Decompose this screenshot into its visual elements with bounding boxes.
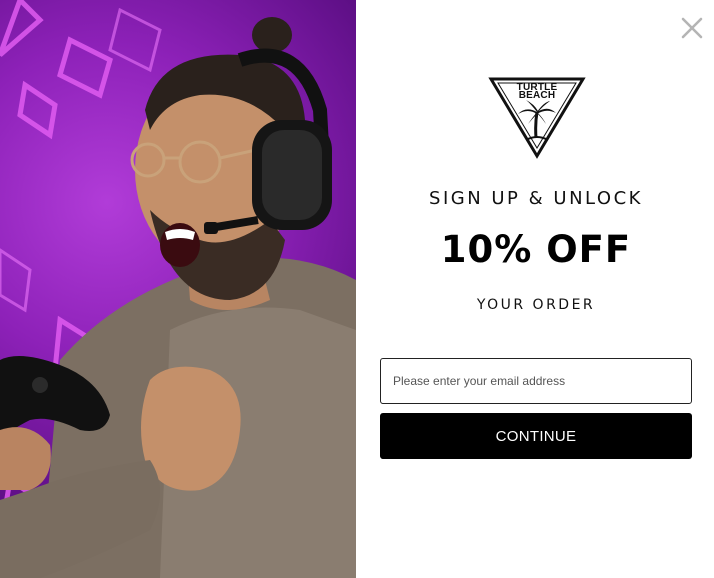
logo-text-beach: BEACH <box>518 90 556 101</box>
headline-your-order: YOUR ORDER <box>476 297 596 313</box>
headline-sign-up: SIGN UP & UNLOCK <box>429 188 643 209</box>
headline-discount: 10% OFF <box>440 228 632 271</box>
close-icon <box>681 17 703 39</box>
email-field[interactable] <box>380 358 692 404</box>
close-button[interactable] <box>680 16 704 40</box>
signup-modal: TURTLE BEACH SIGN UP & UNLOCK 10% OFF YO… <box>0 0 714 578</box>
hero-illustration <box>0 0 356 578</box>
continue-button[interactable]: CONTINUE <box>380 413 692 459</box>
hero-image <box>0 0 356 578</box>
turtle-beach-logo: TURTLE BEACH <box>488 76 586 160</box>
